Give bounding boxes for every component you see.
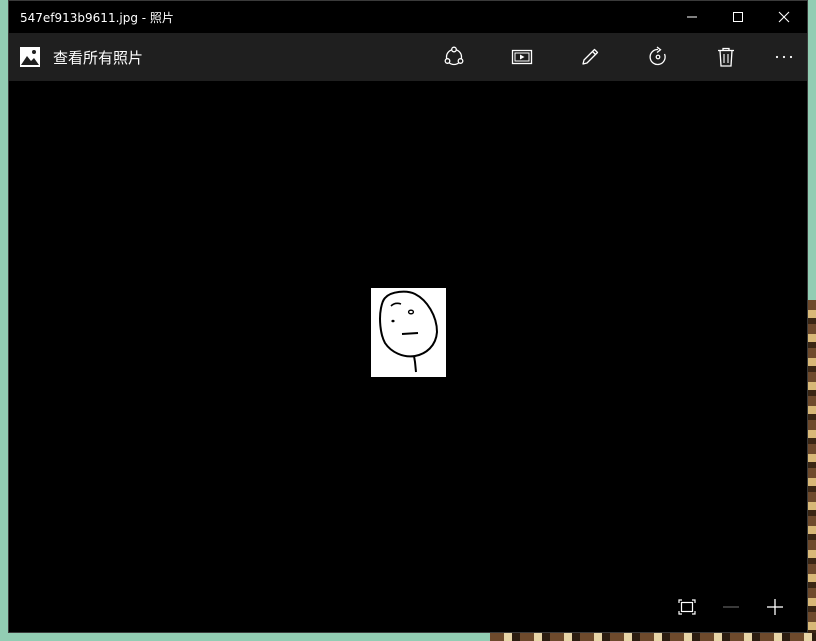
slideshow-icon bbox=[511, 49, 533, 65]
more-icon bbox=[775, 55, 793, 59]
window-title: 547ef913b9611.jpg - 照片 bbox=[20, 11, 174, 25]
face-sketch-image bbox=[379, 290, 439, 373]
view-all-photos-label: 查看所有照片 bbox=[53, 48, 144, 67]
share-icon bbox=[444, 46, 464, 66]
maximize-button[interactable] bbox=[715, 1, 761, 33]
title-bar[interactable]: 547ef913b9611.jpg - 照片 bbox=[9, 1, 807, 33]
zoom-out-button bbox=[716, 593, 746, 621]
zoom-in-button[interactable] bbox=[760, 593, 790, 621]
slideshow-button[interactable] bbox=[498, 33, 546, 81]
zoom-in-icon bbox=[767, 599, 783, 615]
close-icon bbox=[778, 11, 790, 23]
fit-to-window-button[interactable] bbox=[672, 593, 702, 621]
close-button[interactable] bbox=[761, 1, 807, 33]
fit-to-window-icon bbox=[678, 599, 696, 615]
photo-viewer[interactable] bbox=[9, 81, 807, 632]
desktop-wallpaper-edge bbox=[808, 300, 816, 641]
photos-app-window: 547ef913b9611.jpg - 照片 查看所有照片 bbox=[8, 0, 808, 633]
rotate-icon bbox=[649, 46, 666, 66]
share-button[interactable] bbox=[430, 33, 478, 81]
edit-icon bbox=[582, 48, 599, 65]
maximize-icon bbox=[733, 12, 743, 22]
photo-collection-icon bbox=[20, 47, 40, 67]
view-all-photos-link[interactable]: 查看所有照片 bbox=[19, 33, 143, 81]
zoom-out-icon bbox=[723, 606, 739, 608]
desktop-wallpaper-edge bbox=[490, 633, 816, 641]
displayed-photo bbox=[371, 288, 446, 377]
delete-icon bbox=[718, 47, 734, 67]
delete-button[interactable] bbox=[702, 33, 750, 81]
more-options-button[interactable] bbox=[760, 33, 808, 81]
edit-button[interactable] bbox=[566, 33, 614, 81]
rotate-button[interactable] bbox=[634, 33, 682, 81]
minimize-icon bbox=[687, 16, 697, 18]
command-bar: 查看所有照片 bbox=[9, 33, 807, 81]
minimize-button[interactable] bbox=[669, 1, 715, 33]
